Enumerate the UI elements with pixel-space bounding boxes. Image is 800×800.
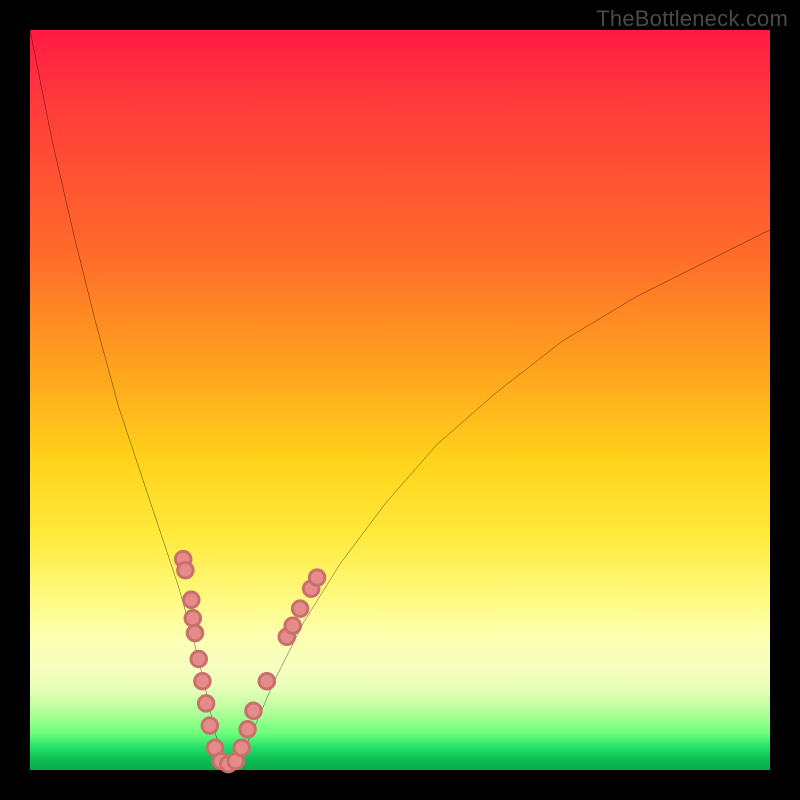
outer-frame: TheBottleneck.com	[0, 0, 800, 800]
highlight-dot	[292, 601, 308, 617]
highlight-dot	[185, 611, 201, 627]
highlight-dot	[246, 703, 262, 719]
highlight-dots	[175, 551, 324, 772]
chart-svg	[30, 30, 770, 770]
highlight-dot	[198, 696, 214, 712]
highlight-dot	[184, 592, 200, 608]
highlight-dot	[259, 673, 275, 689]
bottleneck-curve	[30, 30, 770, 763]
watermark-text: TheBottleneck.com	[596, 6, 788, 32]
highlight-dot	[195, 673, 211, 689]
highlight-dot	[309, 570, 325, 586]
highlight-dot	[178, 562, 194, 578]
highlight-dot	[202, 718, 218, 734]
chart-plot-area	[30, 30, 770, 770]
highlight-dot	[187, 625, 203, 641]
highlight-dot	[234, 740, 250, 756]
highlight-dot	[191, 651, 207, 667]
highlight-dot	[285, 618, 301, 634]
highlight-dot	[240, 722, 256, 738]
